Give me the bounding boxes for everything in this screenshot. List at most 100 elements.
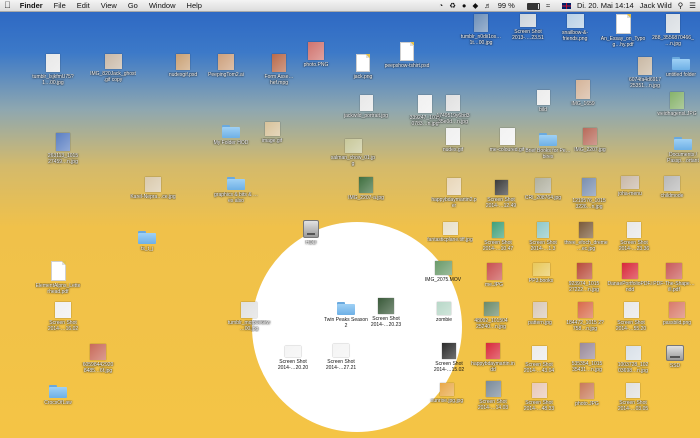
desktop-icon-47[interactable]: IMG_2075.MOV: [420, 261, 466, 283]
desktop-icon-8[interactable]: nudesgif.psd: [160, 54, 206, 78]
desktop-icon-12[interactable]: jack.png: [340, 54, 386, 80]
desktop-icon-9[interactable]: PeepingTom2.ai: [203, 54, 249, 78]
desktop-icon-38[interactable]: joha-menu: [607, 176, 653, 197]
desktop-icon-49[interactable]: PP3.books: [518, 263, 564, 284]
desktop-icon-78[interactable]: Screen Shot 2014-…03.05: [610, 383, 656, 412]
desktop-icon-3[interactable]: snailbow-&-friends.png: [552, 14, 598, 42]
spotlight-search-icon[interactable]: ⚲: [678, 0, 684, 11]
desktop-icon-43[interactable]: Screen Shot 2014-…1.3: [520, 222, 566, 252]
desktop-icon-73[interactable]: CrocsOfLaw: [35, 385, 81, 406]
desktop-icon-27[interactable]: me-coloured.gif: [484, 128, 530, 153]
apple-menu-icon[interactable]: : [4, 0, 11, 11]
desktop-icon-41[interactable]: fantasticplane.tiff.jpg: [427, 222, 473, 243]
volume-icon[interactable]: ♬: [484, 0, 492, 11]
desktop-icon-66[interactable]: Screen Shot 2014-…15.02: [426, 343, 472, 373]
desktop-icon-11[interactable]: photo.PNG: [293, 42, 339, 68]
desktop-icon-label: 1003728_102 03698…n.jpg: [617, 362, 649, 374]
desktop-icon-51[interactable]: DanaePortfolioPDF.indd: [607, 263, 653, 293]
desktop-icon-75[interactable]: Screen Shot 2014-…14.03: [470, 381, 516, 411]
clock[interactable]: Di. 20. Mai 14:14: [577, 0, 634, 11]
wifi-icon[interactable]: ≈: [546, 0, 550, 11]
desktop-icon-7[interactable]: IMG_820Jack_ghost.gif copy: [90, 54, 136, 83]
app-menu-finder[interactable]: Finder: [20, 0, 43, 11]
desktop-icon-16[interactable]: IMG_1659: [560, 80, 606, 107]
desktop-icon-29[interactable]: IMG_2207.jpg: [567, 128, 613, 153]
desktop-icon-70[interactable]: 1003728_102 03698…n.jpg: [610, 346, 656, 374]
desktop-icon-6[interactable]: tumblr_lsjkfmU75?1…00.jpg: [30, 54, 76, 86]
desktop-icon-2[interactable]: Screen Shot 2013-….23.51: [505, 14, 551, 41]
user-name[interactable]: Jack Wild: [640, 0, 672, 11]
menu-go[interactable]: Go: [128, 0, 138, 11]
desktop-icon-61[interactable]: Screen Shot 2014-…55.20: [608, 302, 654, 332]
desktop-icon-74[interactable]: sunrise.jpg.jpg: [424, 383, 470, 404]
desktop-icon-39[interactable]: childmode: [649, 176, 695, 199]
desktop-icon-1[interactable]: tumblr_n0dii1os…1t…00.jpg: [458, 14, 504, 46]
desktop-icon-65[interactable]: Screen Shot 2014-…27.21: [318, 344, 364, 371]
desktop-icon-15[interactable]: untitled folder: [658, 57, 700, 78]
desktop-icon-60[interactable]: 184472_1015 2?758…n.jpg: [562, 302, 608, 332]
desktop-icon-57[interactable]: zombie: [421, 302, 467, 323]
desktop-icon-21[interactable]: weidhagensLJPG: [654, 92, 700, 117]
desktop-icon-32[interactable]: graphics & bits & …es also: [213, 177, 259, 204]
desktop-icon-37[interactable]: 1219576_1015 3226…n.jpg: [566, 178, 612, 210]
desktop-icon-69[interactable]: 535354_1015 35431…n.jpg: [564, 343, 610, 373]
desktop-icon-17[interactable]: jackwild_portrait.jpg: [343, 95, 389, 119]
desktop-icon-13[interactable]: peepshow-tshirt.psd: [384, 42, 430, 69]
notification-center-icon[interactable]: ☰: [689, 0, 696, 11]
desktop-icon-31[interactable]: Karel-Nepra…ce.jpg: [130, 177, 176, 200]
desktop-icon-59[interactable]: pattern.jpg: [517, 302, 563, 326]
desktop-icon-52[interactable]: PDF-The-Shape…ill.pdf: [651, 263, 697, 293]
desktop-icon-30[interactable]: Documents / Passp…ortant: [660, 137, 700, 164]
timemachine-icon[interactable]: ◔: [439, 0, 444, 11]
notification-icon[interactable]: ●: [462, 0, 467, 11]
desktop-icon-22[interactable]: 263113_1015 27459…n.jpg: [40, 133, 86, 165]
dropbox-icon[interactable]: ◆: [472, 0, 478, 11]
desktop-icon-76[interactable]: Screen Shot 2014-…48.33: [516, 383, 562, 412]
menu-help[interactable]: Help: [187, 0, 202, 11]
desktop-icon-26[interactable]: nudes.gif: [430, 128, 476, 153]
desktop-icon-77[interactable]: photo.JPG: [564, 383, 610, 407]
image-thumbnail-icon: [486, 263, 502, 280]
menu-edit[interactable]: Edit: [77, 0, 90, 11]
desktop-icon-19[interactable]: 1749519y6bd3 35e0d…n.jpg: [430, 95, 476, 125]
desktop-icon-4[interactable]: An_Essay_on_Typog…hy.pdf: [600, 14, 646, 48]
desktop-icon-36[interactable]: CRI_208764.jpg: [520, 178, 566, 201]
desktop-icon-54[interactable]: tumblr_mqfp0e6kw…00.jpg: [226, 302, 272, 332]
desktop[interactable]:  Finder File Edit View Go Window Help ◔…: [0, 0, 700, 438]
battery-percent[interactable]: 99 %: [498, 0, 515, 11]
sync-icon[interactable]: ♻: [449, 0, 456, 11]
desktop-icon-33[interactable]: IMG_2207-a.jpg: [343, 177, 389, 201]
desktop-icon-5[interactable]: 288_3556870466_…n.jpg: [650, 14, 696, 47]
desktop-icon-48[interactable]: me.JPG: [471, 263, 517, 288]
desktop-icon-68[interactable]: Screen Shot 2014-…43.04: [516, 346, 562, 374]
hard-drive-icon: [666, 345, 684, 361]
desktop-icon-63[interactable]: Screen Shot 2014-…16.02: [40, 302, 86, 332]
desktop-icon-71[interactable]: SSD: [652, 345, 698, 369]
desktop-icon-42[interactable]: Screen Shot 2014-…10.47: [475, 222, 521, 252]
desktop-icon-50[interactable]: 923974_1015 27222…n.jpg: [561, 263, 607, 293]
desktop-icon-40[interactable]: HDD: [288, 220, 334, 246]
desktop-icon-label: Screen Shot 2014-…23.36: [618, 240, 650, 252]
desktop-icon-35[interactable]: Screen Shot 2014-…12.49: [478, 180, 524, 209]
desktop-icon-24[interactable]: image.gif: [249, 122, 295, 144]
desktop-icon-67[interactable]: happybdaymartin.indd: [470, 343, 516, 373]
desktop-icon-56[interactable]: Screen Shot 2014-…20.23: [363, 298, 409, 328]
desktop-icon-25[interactable]: salman_chow_01.jpg: [330, 139, 376, 167]
desktop-icon-64[interactable]: Screen Shot 2014-…20.20: [270, 346, 316, 371]
desktop-icon-62[interactable]: passbild.png: [654, 302, 700, 326]
menu-window[interactable]: Window: [149, 0, 176, 11]
desktop-icon-23[interactable]: My Folder HOD: [208, 125, 254, 146]
desktop-icon-72[interactable]: 60598442920 8485…6f.jpg: [75, 344, 121, 374]
desktop-icon-34[interactable]: happybdaymartin2.per: [431, 178, 477, 209]
menu-view[interactable]: View: [101, 0, 117, 11]
desktop-icon-58[interactable]: 48092_101504 25240…n.jpg: [468, 302, 514, 330]
input-source-flag-icon[interactable]: [556, 0, 571, 11]
desktop-icon-28[interactable]: Brief Books for Pe…bires: [525, 133, 571, 160]
menu-file[interactable]: File: [54, 0, 66, 11]
desktop-icon-44[interactable]: three_efoch_dreme…ec.jpg: [563, 222, 609, 252]
desktop-icon-46[interactable]: ts_t_j: [124, 231, 170, 252]
desktop-icon-45[interactable]: Screen Shot 2014-…23.36: [611, 222, 657, 252]
desktop-icon-53[interactable]: ElementAlpns_Letterhead.pdf: [35, 261, 81, 295]
desktop-icon-20[interactable]: bild: [520, 90, 566, 113]
battery-icon[interactable]: [521, 0, 540, 11]
